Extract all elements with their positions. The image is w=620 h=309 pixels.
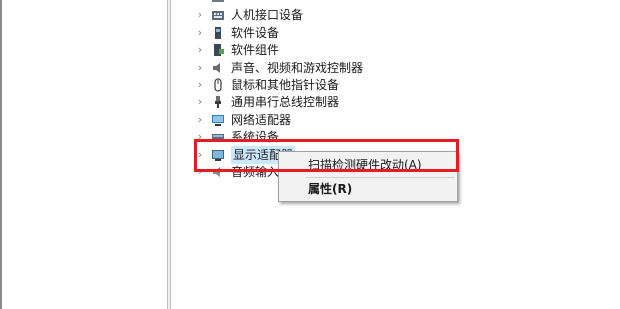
keyboard-icon <box>211 8 225 22</box>
tree-node-network-adapters[interactable]: › 网络适配器 <box>171 111 291 129</box>
chevron-right-icon[interactable]: › <box>193 24 207 42</box>
chevron-right-icon[interactable]: › <box>193 59 207 77</box>
annotation-highlight-box <box>194 139 459 172</box>
tree-node-label: 通用串行总线控制器 <box>231 95 340 109</box>
speaker-icon <box>211 61 225 75</box>
tree-node-label: 软件组件 <box>231 43 280 57</box>
chevron-right-icon[interactable]: › <box>193 76 207 94</box>
chevron-right-icon[interactable]: › <box>193 41 207 59</box>
tree-node-sound-video-game[interactable]: › 声音、视频和游戏控制器 <box>171 59 363 77</box>
tree-node-label: 软件设备 <box>231 26 280 40</box>
properties-menu-item[interactable]: 属性(R) <box>279 178 457 200</box>
chevron-right-icon[interactable]: › <box>193 6 207 24</box>
mouse-icon <box>211 78 225 92</box>
software-device-icon <box>211 26 225 40</box>
tree-node-label: 鼠标和其他指针设备 <box>231 78 340 92</box>
device-icon <box>211 0 225 4</box>
tree-node-software-devices[interactable]: › 软件设备 <box>171 24 279 42</box>
menu-item-label: 属性(R) <box>308 182 353 196</box>
left-pane <box>0 0 171 309</box>
tree-node-label: 声音、视频和游戏控制器 <box>231 61 364 75</box>
window-left-border <box>0 0 2 309</box>
chevron-right-icon[interactable]: › <box>193 93 207 111</box>
software-component-icon <box>211 43 225 57</box>
tree-node-mouse[interactable]: › 鼠标和其他指针设备 <box>171 76 339 94</box>
tree-node-hid[interactable]: › 人机接口设备 <box>171 6 303 24</box>
chevron-right-icon[interactable]: › <box>193 111 207 129</box>
network-adapter-icon <box>211 113 225 127</box>
tree-node-usb[interactable]: › 通用串行总线控制器 <box>171 93 339 111</box>
tree-node-label: 人机接口设备 <box>231 8 304 22</box>
tree-node-label: 网络适配器 <box>231 113 292 127</box>
tree-node-software-components[interactable]: › 软件组件 <box>171 41 279 59</box>
usb-icon <box>211 95 225 109</box>
